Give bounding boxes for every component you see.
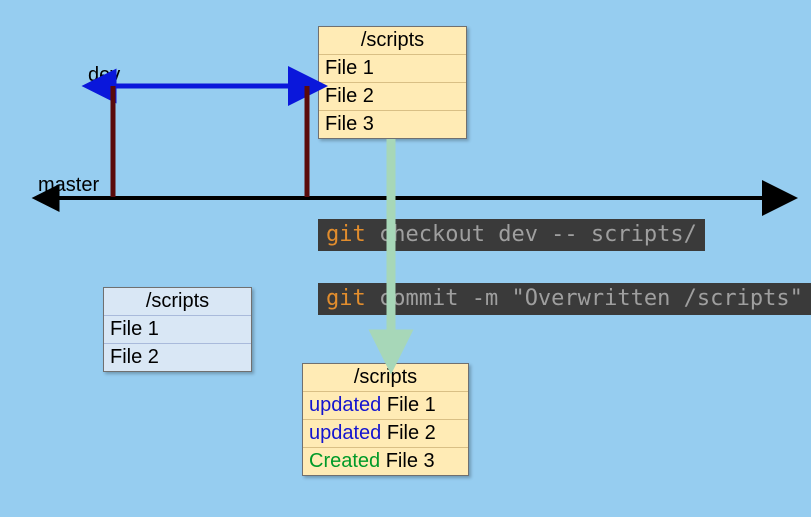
file-row: updated File 2 [303, 420, 468, 448]
git-checkout-command: git checkout dev -- scripts/ [318, 219, 705, 251]
result-scripts-folder: /scripts updated File 1 updated File 2 C… [302, 363, 469, 476]
file-status: Created [309, 450, 380, 472]
folder-header: /scripts [303, 364, 468, 392]
file-status: updated [309, 394, 381, 416]
file-row: updated File 1 [303, 392, 468, 420]
dev-branch-label: dev [88, 64, 120, 87]
git-keyword: git [326, 222, 366, 247]
command-text: checkout dev -- scripts/ [366, 222, 697, 247]
file-row: File 3 [319, 111, 466, 138]
file-row: Created File 3 [303, 448, 468, 475]
file-row: File 2 [104, 344, 251, 371]
file-name: File 3 [386, 450, 435, 472]
master-scripts-folder: /scripts File 1 File 2 [103, 287, 252, 372]
folder-header: /scripts [319, 27, 466, 55]
command-text: commit -m "Overwritten /scripts" [366, 286, 803, 311]
folder-header: /scripts [104, 288, 251, 316]
file-name: File 1 [387, 394, 436, 416]
git-keyword: git [326, 286, 366, 311]
file-status: updated [309, 422, 381, 444]
dev-scripts-folder: /scripts File 1 File 2 File 3 [318, 26, 467, 139]
file-row: File 2 [319, 83, 466, 111]
git-commit-command: git commit -m "Overwritten /scripts" [318, 283, 811, 315]
master-branch-label: master [38, 174, 99, 197]
file-row: File 1 [104, 316, 251, 344]
file-row: File 1 [319, 55, 466, 83]
file-name: File 2 [387, 422, 436, 444]
